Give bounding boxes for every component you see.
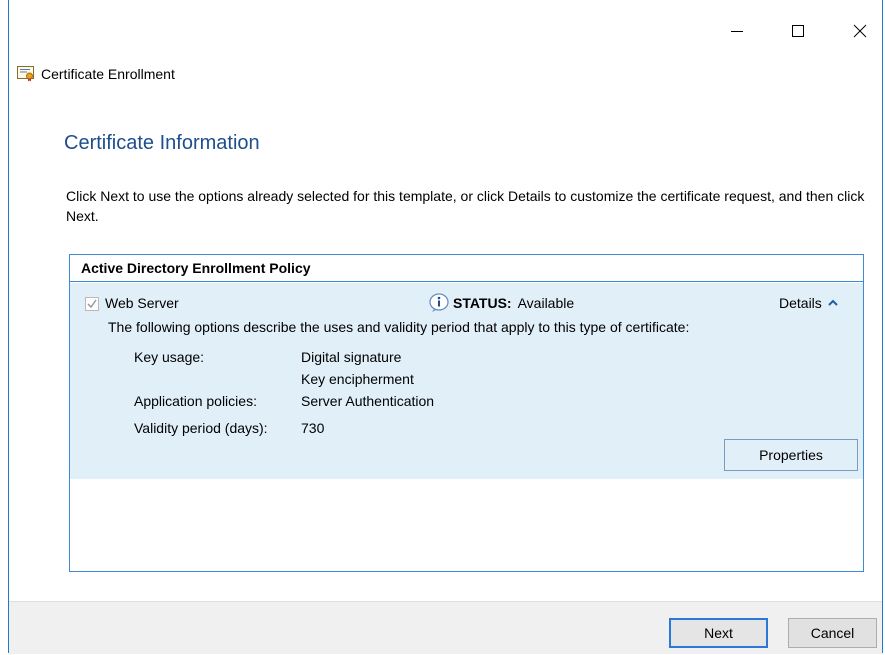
- title-bar: [9, 0, 882, 62]
- close-button[interactable]: [837, 14, 883, 48]
- properties-button[interactable]: Properties: [724, 439, 858, 471]
- minimize-icon: [731, 31, 743, 32]
- template-name: Web Server: [105, 295, 179, 311]
- validity-period-label: Validity period (days):: [134, 420, 268, 436]
- cancel-button[interactable]: Cancel: [788, 618, 877, 648]
- status-value: Available: [517, 295, 575, 311]
- status: STATUS: Available: [428, 293, 574, 313]
- maximize-button[interactable]: [775, 14, 821, 48]
- close-icon: [853, 24, 867, 38]
- details-label: Details: [779, 295, 822, 311]
- enrollment-policy-panel: Active Directory Enrollment Policy Web S…: [69, 254, 864, 572]
- instructions-text: Click Next to use the options already se…: [66, 188, 865, 224]
- key-usage-value-2: Key encipherment: [301, 371, 414, 387]
- minimize-button[interactable]: [714, 14, 760, 48]
- validity-period-value: 730: [301, 420, 325, 436]
- window-title-text: Certificate Enrollment: [41, 66, 175, 82]
- maximize-icon: [792, 25, 804, 37]
- web-server-checkbox[interactable]: [85, 297, 99, 311]
- application-policies-value: Server Authentication: [301, 393, 435, 409]
- status-label: STATUS:: [453, 295, 512, 311]
- info-icon: [429, 293, 449, 312]
- application-policies-label: Application policies:: [134, 393, 257, 409]
- chevron-up-icon: [828, 299, 838, 307]
- next-button[interactable]: Next: [669, 618, 768, 648]
- policy-header: Active Directory Enrollment Policy: [70, 255, 863, 282]
- template-description: The following options describe the uses …: [108, 319, 690, 335]
- key-usage-value-1: Digital signature: [301, 349, 402, 365]
- certificate-icon: [17, 66, 35, 82]
- certificate-template-item[interactable]: Web Server STATUS: Available Details The…: [70, 283, 863, 479]
- certificate-enrollment-window: Certificate Enrollment Certificate Infor…: [8, 0, 883, 654]
- key-usage-label: Key usage:: [134, 349, 205, 365]
- page-title: Certificate Information: [64, 132, 260, 154]
- dialog-footer: Next Cancel: [9, 601, 882, 654]
- window-title: Certificate Enrollment: [17, 64, 175, 84]
- details-toggle[interactable]: Details: [779, 295, 838, 311]
- checkmark-icon: [87, 299, 97, 309]
